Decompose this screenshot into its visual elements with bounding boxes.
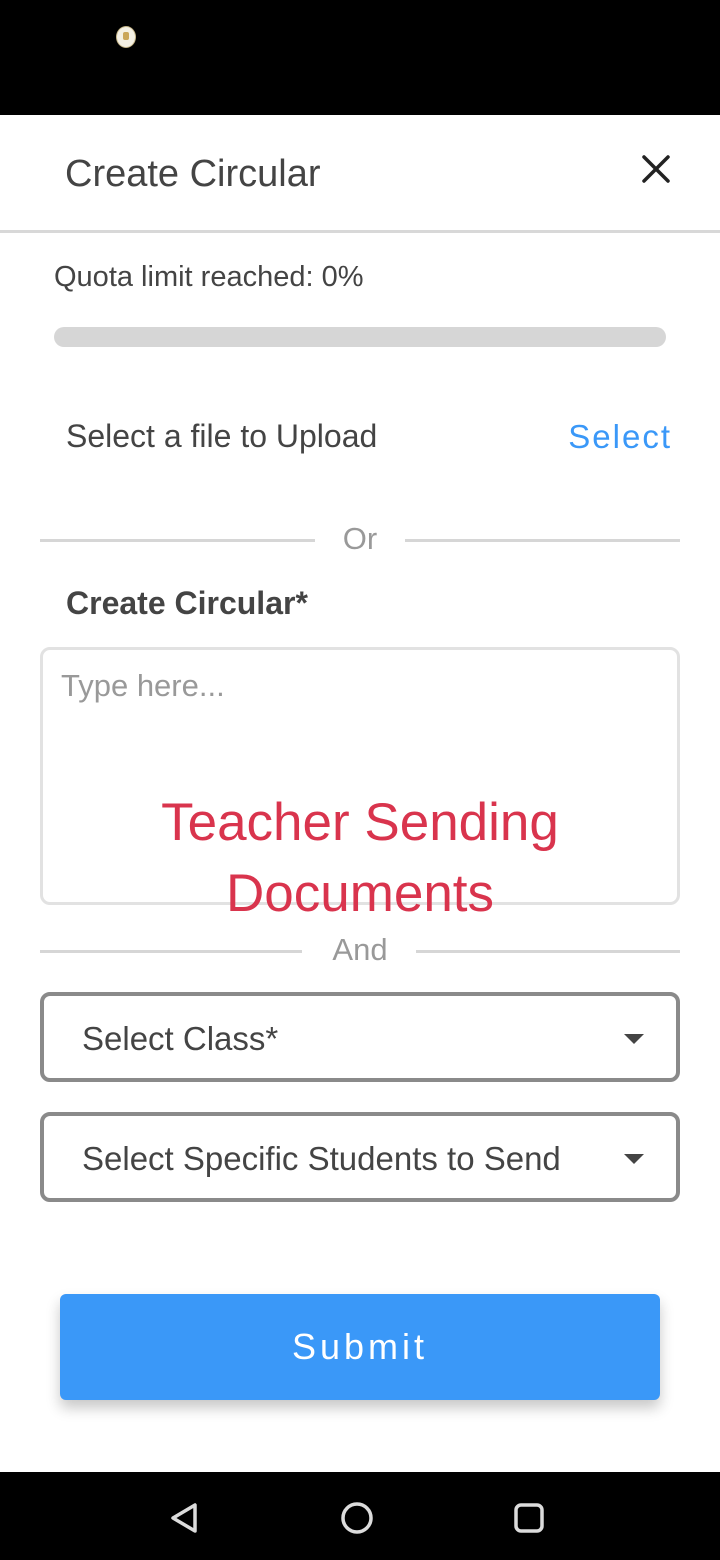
select-students-label: Select Specific Students to Send xyxy=(82,1140,561,1177)
status-bar xyxy=(0,0,720,115)
create-circular-sheet: Create Circular Quota limit reached: 0% … xyxy=(0,115,720,1472)
sheet-header: Create Circular xyxy=(0,115,720,233)
create-circular-label: Create Circular* xyxy=(66,585,308,621)
system-nav-bar xyxy=(0,1472,720,1560)
or-divider: Or xyxy=(40,519,680,559)
recents-square-icon xyxy=(514,1503,544,1533)
quota-label: Quota limit reached: 0% xyxy=(54,261,364,293)
select-file-button[interactable]: Select xyxy=(568,418,672,456)
back-triangle-icon xyxy=(171,1503,197,1533)
nav-back-button[interactable] xyxy=(166,1500,202,1536)
circular-text-box[interactable] xyxy=(40,647,680,905)
circular-text-input[interactable] xyxy=(61,668,661,768)
page-title: Create Circular xyxy=(65,153,321,195)
nav-recents-button[interactable] xyxy=(511,1500,547,1536)
select-class-dropdown[interactable]: Select Class* xyxy=(40,992,680,1082)
close-button[interactable] xyxy=(632,145,680,193)
divider-line-right xyxy=(416,950,680,953)
app-notification-icon xyxy=(116,26,136,48)
select-class-label: Select Class* xyxy=(82,1020,279,1057)
close-icon xyxy=(642,155,670,183)
caret-down-icon xyxy=(624,1034,644,1044)
divider-line-right xyxy=(405,539,680,542)
and-divider: And xyxy=(40,930,680,970)
upload-label: Select a file to Upload xyxy=(66,418,378,454)
home-circle-icon xyxy=(341,1502,373,1534)
nav-home-button[interactable] xyxy=(339,1500,375,1536)
select-students-dropdown[interactable]: Select Specific Students to Send xyxy=(40,1112,680,1202)
caret-down-icon xyxy=(624,1154,644,1164)
submit-button[interactable]: Submit xyxy=(60,1294,660,1400)
quota-progress-bar xyxy=(54,327,666,347)
